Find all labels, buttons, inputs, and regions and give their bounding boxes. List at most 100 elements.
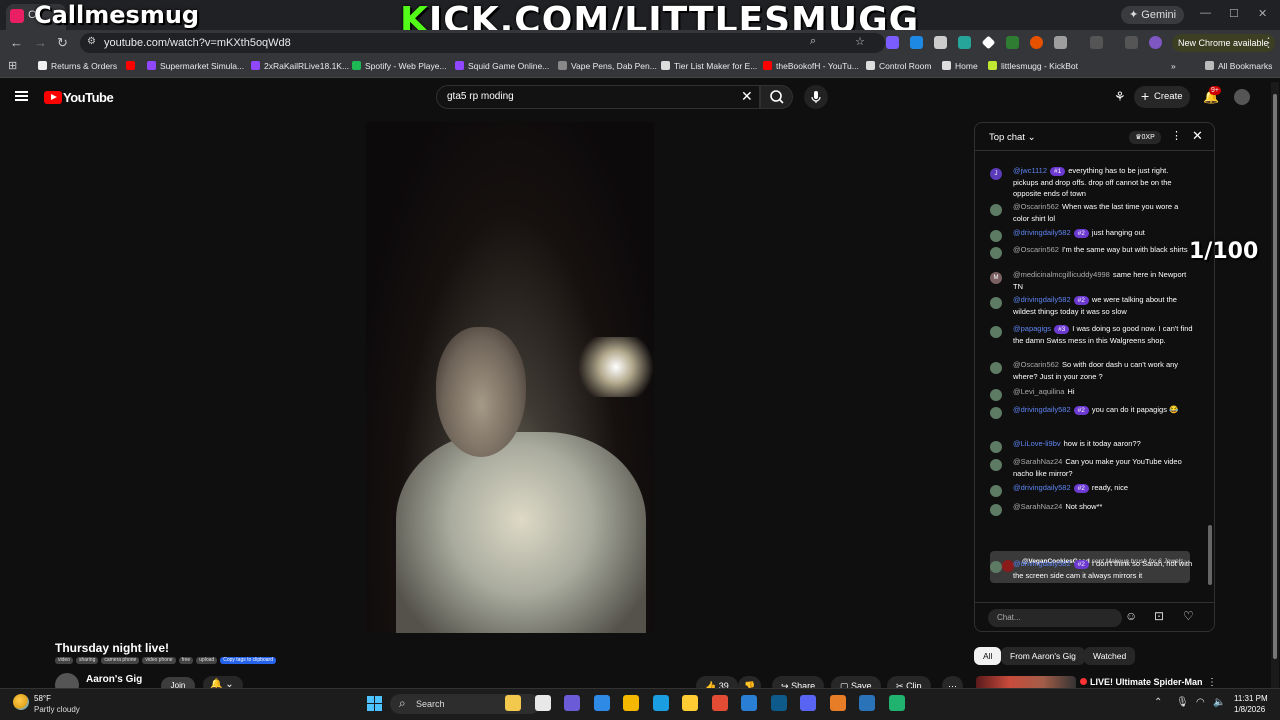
top-chat-dropdown[interactable]: Top chat ⌄ bbox=[989, 132, 1036, 143]
chat-avatar[interactable] bbox=[990, 389, 1002, 401]
tag[interactable]: free bbox=[178, 657, 194, 664]
tab-search-icon[interactable] bbox=[1090, 36, 1103, 49]
zoom-icon[interactable]: ⌕ bbox=[810, 35, 816, 48]
bookmark-item[interactable] bbox=[126, 61, 139, 71]
bookmark-item[interactable]: theBookofH - YouTu... bbox=[763, 61, 859, 71]
account-avatar[interactable] bbox=[1234, 89, 1250, 105]
youtube-logo-text[interactable]: YouTube bbox=[63, 90, 114, 105]
recommendation-title[interactable]: LIVE! Ultimate Spider-Man bbox=[1080, 677, 1203, 687]
tag[interactable]: upload bbox=[196, 657, 218, 664]
volume-icon[interactable]: 🔈 bbox=[1213, 697, 1225, 708]
windows-start-icon[interactable] bbox=[367, 696, 382, 711]
bookmark-item[interactable]: littlesmugg - KickBot bbox=[988, 61, 1078, 71]
chat-avatar[interactable]: M bbox=[990, 272, 1002, 284]
profile-avatar[interactable] bbox=[1149, 36, 1162, 49]
bookmark-star-icon[interactable]: ☆ bbox=[855, 35, 865, 48]
chat-username[interactable]: @LiLove-li9bv bbox=[1013, 439, 1061, 448]
chat-username[interactable]: @papagigs bbox=[1013, 324, 1051, 333]
tray-overflow-icon[interactable]: ⌃ bbox=[1154, 697, 1162, 708]
super-chat-icon[interactable]: ⊡ bbox=[1154, 609, 1164, 623]
xp-badge[interactable]: ♛0XP bbox=[1129, 131, 1161, 144]
weather-icon[interactable] bbox=[13, 694, 29, 710]
cast-icon[interactable]: ⚘ bbox=[1114, 89, 1126, 105]
chat-username[interactable]: @drivingdaily582 bbox=[1013, 559, 1071, 568]
taskbar-app-icon[interactable] bbox=[711, 695, 728, 711]
chat-username[interactable]: @SarahNaz24 bbox=[1013, 457, 1062, 466]
bookmark-item[interactable]: 2xRaKailRLive18.1K... bbox=[251, 61, 349, 71]
clock-date[interactable]: 1/8/2026 bbox=[1234, 705, 1265, 714]
microphone-tray-icon[interactable]: 🎙 bbox=[1176, 697, 1189, 708]
page-scrollbar[interactable] bbox=[1271, 82, 1279, 692]
close-chat-icon[interactable]: ✕ bbox=[1192, 128, 1203, 144]
chat-avatar[interactable] bbox=[990, 297, 1002, 309]
chat-avatar[interactable] bbox=[990, 504, 1002, 516]
reload-icon[interactable]: ↻ bbox=[57, 35, 68, 51]
chat-avatar[interactable] bbox=[990, 326, 1002, 338]
extension-icon[interactable] bbox=[934, 36, 947, 49]
chat-username[interactable]: @Oscarin562 bbox=[1013, 360, 1059, 369]
gemini-button[interactable]: ✦ Gemini bbox=[1121, 6, 1185, 24]
taskbar-app-icon[interactable] bbox=[652, 695, 669, 711]
chat-username[interactable]: @drivingdaily582 bbox=[1013, 405, 1071, 414]
clock-time[interactable]: 11:31 PM bbox=[1234, 694, 1268, 703]
chat-avatar[interactable] bbox=[990, 485, 1002, 497]
chat-scrollbar-thumb[interactable] bbox=[1208, 525, 1212, 585]
video-player[interactable] bbox=[366, 122, 654, 633]
minimize-icon[interactable]: — bbox=[1200, 7, 1211, 19]
chat-avatar[interactable] bbox=[990, 441, 1002, 453]
bookmark-item[interactable]: Home bbox=[942, 61, 978, 71]
chat-avatar[interactable] bbox=[990, 362, 1002, 374]
chat-username[interactable]: @drivingdaily582 bbox=[1013, 483, 1071, 492]
chat-scrollbar[interactable] bbox=[1207, 153, 1213, 600]
chat-avatar[interactable]: J bbox=[990, 168, 1002, 180]
taskbar-app-icon[interactable] bbox=[800, 695, 816, 711]
youtube-logo-icon[interactable] bbox=[44, 91, 62, 104]
tag[interactable]: video bbox=[55, 657, 73, 664]
clear-search-icon[interactable]: ✕ bbox=[741, 88, 753, 105]
bookmark-item[interactable]: Squid Game Online... bbox=[455, 61, 549, 71]
chat-username[interactable]: @jwc1112 bbox=[1013, 166, 1047, 175]
page-scrollbar-thumb[interactable] bbox=[1273, 94, 1277, 659]
forward-icon[interactable]: → bbox=[34, 35, 47, 50]
menu-hamburger-icon[interactable] bbox=[15, 91, 28, 101]
tag[interactable]: camera phone bbox=[101, 657, 140, 664]
recommendation-more-icon[interactable]: ⋮ bbox=[1207, 677, 1217, 688]
chip-from-channel[interactable]: From Aaron's Gig bbox=[1001, 647, 1085, 665]
extension-icon[interactable] bbox=[910, 36, 923, 49]
weather-temperature[interactable]: 58°F bbox=[34, 694, 51, 703]
chat-avatar[interactable] bbox=[990, 247, 1002, 259]
chat-username[interactable]: @SarahNaz24 bbox=[1013, 502, 1062, 511]
taskbar-app-icon[interactable] bbox=[682, 695, 698, 711]
address-bar-url[interactable]: youtube.com/watch?v=mKXth5oqWd8 bbox=[104, 37, 291, 49]
tag[interactable]: video phone bbox=[142, 657, 176, 664]
chat-username[interactable]: @Levi_aquilina bbox=[1013, 387, 1064, 396]
taskbar-app-icon[interactable] bbox=[593, 695, 610, 711]
chat-avatar[interactable] bbox=[990, 459, 1002, 471]
new-chrome-available-button[interactable]: New Chrome available bbox=[1172, 34, 1275, 52]
taskbar-app-icon[interactable] bbox=[623, 695, 639, 711]
chat-username[interactable]: @Oscarin562 bbox=[1013, 245, 1059, 254]
bookmark-item[interactable]: Supermarket Simula... bbox=[147, 61, 244, 71]
extension-icon[interactable] bbox=[958, 36, 971, 49]
chat-username[interactable]: @drivingdaily582 bbox=[1013, 228, 1071, 237]
chip-watched[interactable]: Watched bbox=[1084, 647, 1136, 665]
weather-description[interactable]: Partly cloudy bbox=[34, 705, 80, 714]
chat-username[interactable]: @drivingdaily582 bbox=[1013, 295, 1071, 304]
bookmark-item[interactable]: Tier List Maker for E... bbox=[661, 61, 757, 71]
search-button[interactable] bbox=[760, 85, 793, 109]
voice-search-button[interactable] bbox=[804, 85, 828, 109]
taskbar-app-icon[interactable] bbox=[829, 695, 846, 711]
bookmark-item[interactable]: Control Room bbox=[866, 61, 931, 71]
taskbar-app-icon[interactable] bbox=[859, 695, 875, 711]
chat-avatar[interactable] bbox=[990, 230, 1002, 242]
copy-tags-button[interactable]: Copy tags to clipboard bbox=[220, 657, 276, 664]
taskbar-app-icon[interactable] bbox=[770, 695, 787, 711]
channel-name[interactable]: Aaron's Gig bbox=[86, 674, 142, 685]
heart-icon[interactable]: ♡ bbox=[1183, 609, 1194, 623]
all-bookmarks-button[interactable]: All Bookmarks bbox=[1205, 61, 1272, 71]
bookmark-item[interactable]: Vape Pens, Dab Pen... bbox=[558, 61, 657, 71]
chat-avatar[interactable] bbox=[990, 561, 1002, 573]
taskbar-app-icon[interactable] bbox=[505, 695, 521, 711]
taskbar-app-icon[interactable] bbox=[741, 695, 757, 711]
tag[interactable]: sharing bbox=[75, 657, 99, 664]
